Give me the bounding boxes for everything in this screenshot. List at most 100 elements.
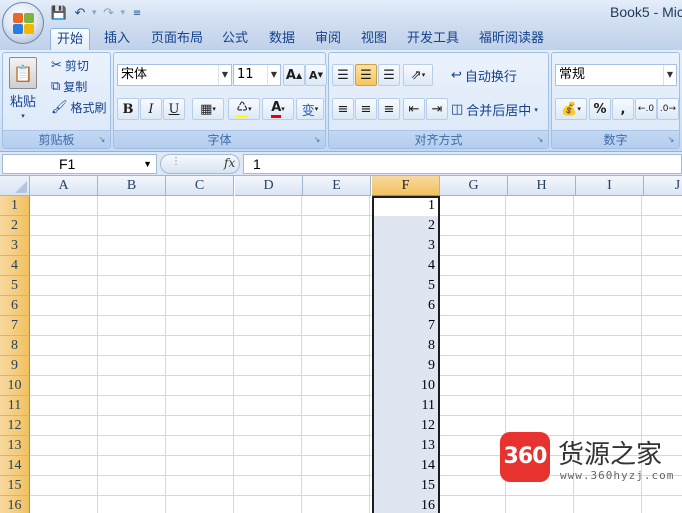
cell-f16[interactable]: 16 — [373, 496, 439, 513]
shrink-font-button[interactable]: A ▼ — [305, 64, 327, 86]
row-header-10[interactable]: 10 — [0, 376, 30, 396]
comma-button[interactable]: , — [612, 98, 634, 120]
italic-button[interactable]: I — [140, 98, 162, 120]
column-header-c[interactable]: C — [166, 176, 234, 196]
orientation-button[interactable]: ⇗ ▾ — [403, 64, 433, 86]
save-icon[interactable]: 💾 — [50, 4, 68, 22]
paste-button[interactable]: 📋 粘贴 ▾ — [9, 57, 37, 120]
tab-home[interactable]: 开始 — [50, 28, 91, 50]
row-header-9[interactable]: 9 — [0, 356, 30, 376]
decrease-decimal-button[interactable]: .0→ — [657, 98, 679, 120]
align-left-button[interactable]: ≡ — [332, 98, 354, 120]
name-box[interactable]: F1 ▼ — [2, 154, 157, 174]
insert-function-button[interactable]: fx — [224, 156, 235, 170]
splitter-icon[interactable]: ⋮ — [171, 156, 181, 167]
row-header-16[interactable]: 16 — [0, 496, 30, 513]
fill-color-button[interactable]: ♺ ▾ — [228, 98, 260, 120]
align-middle-button[interactable]: ☰ — [355, 64, 377, 86]
increase-indent-button[interactable]: ⇥ — [426, 98, 448, 120]
column-header-d[interactable]: D — [235, 176, 303, 196]
clipboard-launcher-icon[interactable]: ↘ — [97, 135, 107, 145]
cell-f6[interactable]: 6 — [373, 296, 439, 316]
undo-dropdown-icon[interactable]: ▾ — [92, 8, 97, 18]
tab-data[interactable]: 数据 — [263, 28, 301, 50]
column-header-g[interactable]: G — [440, 176, 508, 196]
borders-button[interactable]: ▦ ▾ — [192, 98, 224, 120]
underline-button[interactable]: U — [163, 98, 185, 120]
redo-dropdown-icon[interactable]: ▾ — [121, 8, 126, 18]
percent-button[interactable]: % — [589, 98, 611, 120]
column-header-j[interactable]: J — [644, 176, 682, 196]
column-header-b[interactable]: B — [98, 176, 166, 196]
row-header-6[interactable]: 6 — [0, 296, 30, 316]
undo-icon[interactable]: ↶ — [71, 4, 89, 22]
row-header-13[interactable]: 13 — [0, 436, 30, 456]
column-header-i[interactable]: I — [576, 176, 644, 196]
grow-font-button[interactable]: A ▲ — [283, 64, 305, 86]
cut-button[interactable]: ✂ 剪切 — [51, 57, 89, 74]
font-launcher-icon[interactable]: ↘ — [312, 135, 322, 145]
tab-page-layout[interactable]: 页面布局 — [145, 28, 209, 50]
row-header-5[interactable]: 5 — [0, 276, 30, 296]
tab-foxit-reader[interactable]: 福昕阅读器 — [473, 28, 550, 50]
chevron-down-icon[interactable]: ▼ — [267, 65, 280, 85]
row-header-8[interactable]: 8 — [0, 336, 30, 356]
chevron-down-icon[interactable]: ▼ — [663, 65, 676, 85]
row-header-1[interactable]: 1 — [0, 196, 30, 216]
number-launcher-icon[interactable]: ↘ — [666, 135, 676, 145]
row-header-2[interactable]: 2 — [0, 216, 30, 236]
tab-developer[interactable]: 开发工具 — [401, 28, 465, 50]
font-color-button[interactable]: A ▾ — [262, 98, 294, 120]
merge-center-button[interactable]: ◫ 合并后居中 ▾ — [451, 100, 538, 119]
phonetic-button[interactable]: 变 ▾ — [296, 98, 324, 120]
cell-f14[interactable]: 14 — [373, 456, 439, 476]
copy-button[interactable]: ⧉ 复制 — [51, 78, 87, 95]
currency-button[interactable]: 💰 ▾ — [555, 98, 587, 120]
column-header-e[interactable]: E — [303, 176, 371, 196]
font-size-combo[interactable]: 11 ▼ — [233, 64, 281, 86]
cell-f13[interactable]: 13 — [373, 436, 439, 456]
tab-view[interactable]: 视图 — [355, 28, 393, 50]
tab-insert[interactable]: 插入 — [98, 28, 136, 50]
cell-f10[interactable]: 10 — [373, 376, 439, 396]
align-top-button[interactable]: ☰ — [332, 64, 354, 86]
cell-f8[interactable]: 8 — [373, 336, 439, 356]
chevron-down-icon[interactable]: ▾ — [534, 106, 538, 114]
chevron-down-icon[interactable]: ▼ — [143, 155, 152, 173]
cell-f12[interactable]: 12 — [373, 416, 439, 436]
cell-f4[interactable]: 4 — [373, 256, 439, 276]
chevron-down-icon[interactable]: ▼ — [218, 65, 231, 85]
number-format-combo[interactable]: 常规 ▼ — [555, 64, 677, 86]
font-name-combo[interactable]: 宋体 ▼ — [117, 64, 232, 86]
tab-formulas[interactable]: 公式 — [216, 28, 254, 50]
select-all-button[interactable] — [0, 176, 30, 196]
office-button[interactable] — [2, 2, 44, 44]
column-header-a[interactable]: A — [30, 176, 98, 196]
row-header-4[interactable]: 4 — [0, 256, 30, 276]
row-header-11[interactable]: 11 — [0, 396, 30, 416]
alignment-launcher-icon[interactable]: ↘ — [535, 135, 545, 145]
row-header-15[interactable]: 15 — [0, 476, 30, 496]
row-header-12[interactable]: 12 — [0, 416, 30, 436]
cell-f5[interactable]: 5 — [373, 276, 439, 296]
format-painter-button[interactable]: 🖌 格式刷 — [51, 99, 107, 116]
formula-input[interactable]: 1 — [243, 154, 682, 174]
cell-f3[interactable]: 3 — [373, 236, 439, 256]
cell-f2[interactable]: 2 — [373, 216, 439, 236]
row-header-14[interactable]: 14 — [0, 456, 30, 476]
decrease-indent-button[interactable]: ⇤ — [403, 98, 425, 120]
align-right-button[interactable]: ≡ — [378, 98, 400, 120]
tab-review[interactable]: 审阅 — [309, 28, 347, 50]
cell-f7[interactable]: 7 — [373, 316, 439, 336]
align-bottom-button[interactable]: ☰ — [378, 64, 400, 86]
cell-f1[interactable]: 1 — [373, 196, 439, 216]
redo-icon[interactable]: ↷ — [100, 4, 118, 22]
wrap-text-button[interactable]: ↩ 自动换行 — [451, 66, 517, 85]
cell-f9[interactable]: 9 — [373, 356, 439, 376]
customize-qat-icon[interactable]: ≡ — [128, 4, 146, 22]
cell-f11[interactable]: 11 — [373, 396, 439, 416]
row-header-7[interactable]: 7 — [0, 316, 30, 336]
row-header-3[interactable]: 3 — [0, 236, 30, 256]
column-header-h[interactable]: H — [508, 176, 576, 196]
increase-decimal-button[interactable]: ←.0 — [635, 98, 657, 120]
